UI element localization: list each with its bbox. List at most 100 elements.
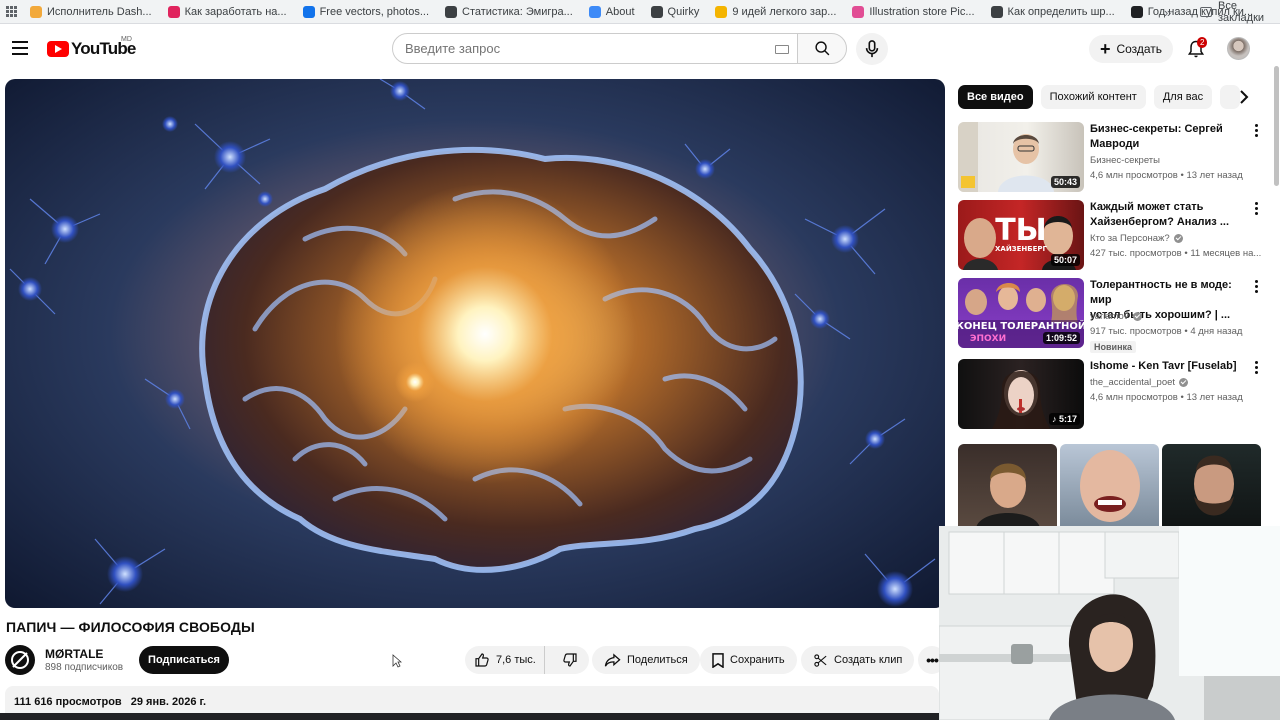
user-avatar[interactable] (1227, 37, 1250, 60)
bookmark-item[interactable]: Free vectors, photos... (295, 0, 437, 24)
bookmarks-overflow-button[interactable]: » (1164, 0, 1171, 24)
chips-next-button[interactable] (1234, 87, 1254, 107)
bookmark-item[interactable]: Как заработать на... (160, 0, 295, 24)
kebab-menu-icon[interactable] (1250, 361, 1262, 377)
recommendation-meta: 4,6 млн просмотров • 13 лет назад (1090, 392, 1243, 403)
bookmark-item[interactable]: About (581, 0, 643, 24)
video-thumbnail[interactable]: ♪ 5:17 (958, 359, 1084, 429)
recommendation-item[interactable]: ТЫ ХАЙЗЕНБЕРГ 50:07 Каждый может стать Х… (958, 200, 1273, 270)
bookmark-item[interactable]: Статистика: Эмигра... (437, 0, 581, 24)
like-dislike-group: 7,6 тыс. (465, 646, 589, 674)
title-line: Бизнес-секреты: Сергей (1090, 123, 1223, 135)
recommendation-item[interactable]: 50:43 Бизнес-секреты: Сергей Мавроди Биз… (958, 122, 1273, 192)
bookmark-favicon-icon (167, 5, 180, 18)
create-clip-button[interactable]: Создать клип (801, 646, 915, 674)
channel-logo-icon (11, 651, 29, 669)
kebab-menu-icon[interactable] (1250, 202, 1262, 218)
bookmark-label: Статистика: Эмигра... (462, 5, 573, 18)
video-thumbnail[interactable]: КОНЕЦ ТОЛЕРАНТНОЙ ЭПОХИ 1:09:52 (958, 278, 1084, 348)
channel-label: the_accidental_poet (1090, 377, 1176, 388)
recommendation-channel[interactable]: Кто за Персонаж? (1090, 233, 1183, 244)
chip-similar-content[interactable]: Похожий контент (1040, 85, 1146, 109)
search-button[interactable] (797, 33, 847, 64)
recommendation-channel[interactable]: Бизнес-секреты (1090, 155, 1160, 166)
channel-subscribers: 898 подписчиков (45, 662, 124, 673)
bookmark-label: Исполнитель Dash... (47, 5, 152, 18)
bookmark-label: Illustration store Pic... (869, 5, 975, 18)
new-badge: Новинка (1090, 341, 1137, 353)
like-count: 7,6 тыс. (496, 654, 536, 666)
recommendation-title[interactable]: Ishome - Ken Tavr [Fuselab] (1090, 359, 1255, 374)
short-thumbnail[interactable] (1060, 444, 1159, 528)
bookmark-favicon-icon (302, 5, 315, 18)
title-line: Хайзенбергом? Анализ ... (1090, 216, 1230, 228)
recommendation-meta: 4,6 млн просмотров • 13 лет назад (1090, 170, 1243, 181)
subscribe-button[interactable]: Подписаться (139, 646, 229, 674)
bookmark-favicon-icon (852, 5, 865, 18)
all-bookmarks-label: Все закладки (1218, 0, 1265, 24)
voice-search-button[interactable] (856, 33, 888, 65)
share-button[interactable]: Поделиться (592, 646, 700, 674)
channel-label: Кто за Персонаж? (1090, 233, 1170, 244)
kebab-menu-icon[interactable] (1250, 124, 1262, 140)
verified-icon (1173, 234, 1183, 243)
recommendation-channel[interactable]: the_accidental_poet (1090, 377, 1189, 388)
chevron-right-icon (1240, 90, 1249, 104)
like-button[interactable]: 7,6 тыс. (465, 646, 546, 674)
bookmark-item[interactable]: Исполнитель Dash... (22, 0, 160, 24)
folder-icon (1200, 7, 1213, 17)
thumb-text-line2: ЭПОХИ (970, 334, 1006, 344)
title-line: Мавроди (1090, 138, 1140, 150)
brain-glow (335, 184, 635, 484)
recommendation-item[interactable]: КОНЕЦ ТОЛЕРАНТНОЙ ЭПОХИ 1:09:52 Толерант… (958, 278, 1273, 353)
create-label: Создать (1116, 42, 1163, 56)
video-thumbnail[interactable]: ТЫ ХАЙЗЕНБЕРГ 50:07 (958, 200, 1084, 270)
thumbs-up-icon (475, 653, 489, 667)
recommendation-title[interactable]: Бизнес-секреты: Сергей Мавроди (1090, 122, 1255, 152)
bookmark-item[interactable]: 9 идей легкого зар... (707, 0, 844, 24)
create-button[interactable]: + Создать (1089, 35, 1173, 63)
bookmark-label: Free vectors, photos... (319, 5, 429, 18)
channel-name[interactable]: MØRTALE (45, 647, 103, 661)
chip-for-you[interactable]: Для вас (1153, 85, 1213, 109)
channel-avatar[interactable] (5, 645, 35, 675)
duration-badge: ♪ 5:17 (1048, 413, 1080, 425)
short-thumbnail[interactable] (1162, 444, 1261, 528)
scissors-icon (814, 653, 827, 667)
neurons-illustration (9, 79, 936, 607)
recommendation-channel[interactable]: varlamov (1090, 311, 1142, 322)
video-thumbnail[interactable]: 50:43 (958, 122, 1084, 192)
apps-grid-icon[interactable] (0, 0, 22, 24)
save-label: Сохранить (730, 654, 785, 666)
kebab-menu-icon[interactable] (1250, 280, 1262, 296)
bookmarks-bar: Исполнитель Dash... Как заработать на... F… (0, 0, 1280, 24)
short-image (1194, 455, 1234, 516)
video-player[interactable] (5, 79, 945, 608)
menu-icon[interactable] (12, 41, 28, 55)
bookmark-item[interactable]: Illustration store Pic... (844, 0, 982, 24)
save-button[interactable]: Сохранить (700, 646, 797, 674)
duration-badge: 1:09:52 (1042, 332, 1080, 344)
page-scrollbar[interactable] (1273, 26, 1280, 526)
bookmark-label: Quirky (667, 5, 700, 18)
create-clip-label: Создать клип (834, 654, 903, 666)
dislike-button[interactable] (551, 652, 589, 668)
search-input[interactable] (405, 41, 765, 56)
youtube-logo[interactable]: YouTube MD (47, 36, 136, 59)
bookmark-item[interactable]: Как определить шр... (983, 0, 1123, 24)
bookmark-favicon-icon (1130, 5, 1143, 18)
keyboard-icon[interactable] (775, 45, 789, 54)
thumbs-down-icon (563, 653, 577, 667)
description-meta: 111 616 просмотров 29 янв. 2026 г. (14, 696, 212, 708)
duration-text: 5:17 (1058, 414, 1077, 424)
bookmark-item[interactable]: Quirky (643, 0, 708, 24)
recommendation-item[interactable]: ♪ 5:17 Ishome - Ken Tavr [Fuselab] the_a… (958, 359, 1273, 429)
bookmark-label: About (605, 5, 635, 18)
all-bookmarks-button[interactable]: Все закладки (1200, 0, 1280, 24)
chip-all-videos[interactable]: Все видео (958, 85, 1033, 109)
short-thumbnail[interactable] (958, 444, 1057, 528)
video-title: ПАПИЧ — ФИЛОСОФИЯ СВОБОДЫ (6, 619, 255, 635)
search-box (392, 33, 798, 64)
channel-label: Бизнес-секреты (1090, 155, 1160, 166)
recommendation-title[interactable]: Каждый может стать Хайзенбергом? Анализ … (1090, 200, 1255, 230)
